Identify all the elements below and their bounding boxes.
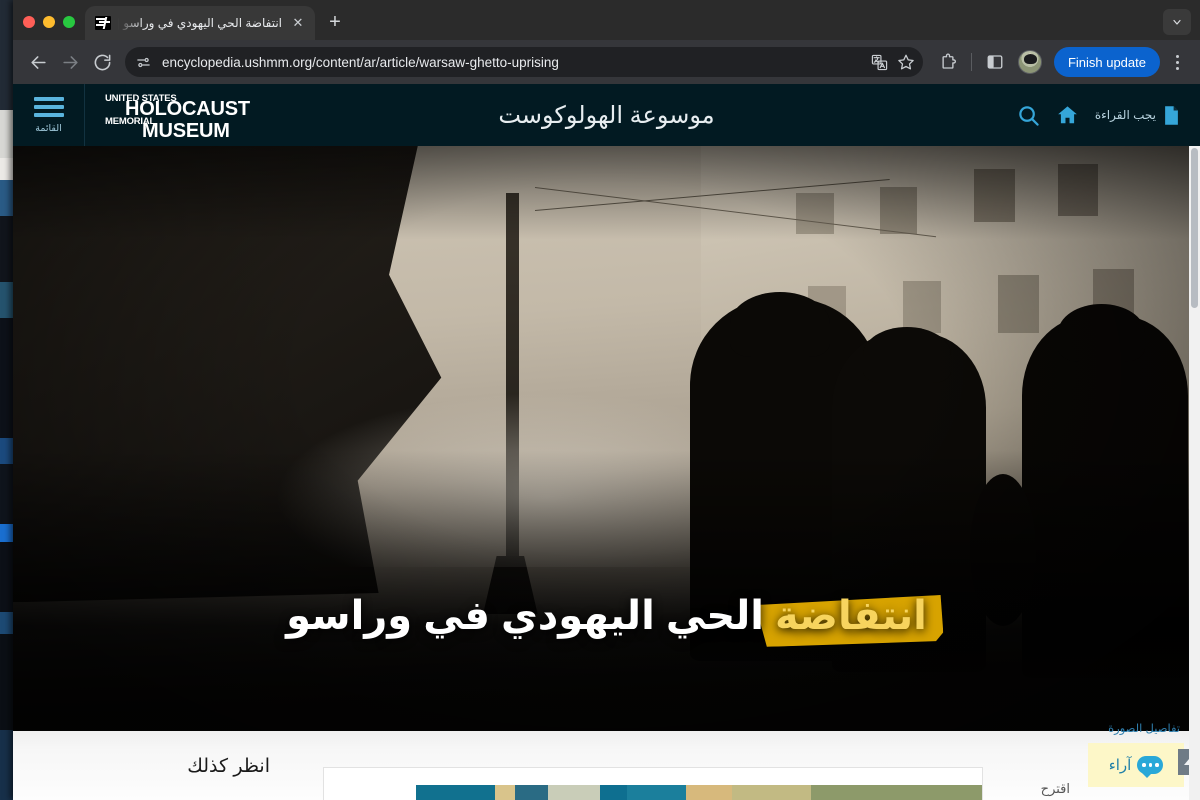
logo-line-4: MUSEUM [142, 120, 230, 142]
see-also-heading: انظر كذلك [187, 756, 270, 777]
page-viewport: القائمة UNITED STATES HOLOCAUST MEMORIAL… [13, 84, 1200, 800]
ushmm-logo-icon [95, 16, 111, 30]
tab-strip: انتفاضة الحي اليهودي في وراسو | مو ✕ + [13, 0, 1200, 40]
home-icon[interactable] [1056, 104, 1079, 126]
back-button[interactable] [23, 47, 53, 77]
hamburger-icon [33, 96, 64, 117]
ushmm-logo[interactable]: UNITED STATES HOLOCAUST MEMORIAL MUSEUM [85, 90, 275, 142]
thumbnail-band [547, 785, 601, 800]
feedback-button[interactable]: آراء [1088, 743, 1184, 787]
new-tab-button[interactable]: + [321, 9, 349, 37]
hero-banner: انتفاضة الحي اليهودي في وراسو [13, 146, 1200, 731]
maximize-window-button[interactable] [63, 16, 75, 28]
related-card[interactable] [323, 767, 983, 800]
document-icon [1163, 105, 1180, 126]
translate-icon[interactable] [867, 49, 893, 75]
site-menu-label: القائمة [35, 122, 62, 134]
must-read-link[interactable]: يجب القراءة [1095, 105, 1180, 126]
hero-title-wrap: انتفاضة الحي اليهودي في وراسو [13, 593, 1200, 639]
thumbnail-band [416, 785, 496, 800]
forward-button[interactable] [55, 47, 85, 77]
site-header-actions: يجب القراءة [1017, 104, 1200, 127]
speech-bubble-icon [1137, 756, 1164, 778]
must-read-label: يجب القراءة [1094, 108, 1156, 122]
tab-title: انتفاضة الحي اليهودي في وراسو | مو [118, 16, 282, 30]
related-card-thumbnail [324, 785, 982, 800]
kebab-menu-icon[interactable] [1164, 47, 1190, 77]
minimize-window-button[interactable] [43, 16, 55, 28]
site-menu-button[interactable]: القائمة [13, 84, 85, 146]
finish-update-button[interactable]: Finish update [1053, 47, 1160, 77]
close-window-button[interactable] [23, 16, 35, 28]
page-title-highlight: انتفاضة [775, 594, 927, 638]
thumbnail-band [810, 785, 982, 800]
browser-window: انتفاضة الحي اليهودي في وراسو | مو ✕ + e… [13, 0, 1200, 800]
reload-button[interactable] [87, 47, 117, 77]
star-icon[interactable] [893, 49, 919, 75]
page-scrollbar-thumb[interactable] [1191, 148, 1198, 308]
puzzle-piece-icon[interactable] [933, 47, 963, 77]
address-bar[interactable]: encyclopedia.ushmm.org/content/ar/articl… [125, 47, 923, 77]
browser-toolbar: encyclopedia.ushmm.org/content/ar/articl… [13, 40, 1200, 84]
browser-tab[interactable]: انتفاضة الحي اليهودي في وراسو | مو ✕ [85, 6, 315, 40]
tune-icon[interactable] [131, 50, 155, 74]
thumbnail-band [731, 785, 811, 800]
page-title-rest: الحي اليهودي في وراسو [286, 594, 776, 638]
photo-vignette [13, 146, 1200, 731]
thumbnail-band [495, 785, 515, 800]
close-tab-button[interactable]: ✕ [289, 14, 307, 32]
url-text[interactable]: encyclopedia.ushmm.org/content/ar/articl… [155, 55, 867, 70]
image-details-link[interactable]: تفاصيل الصورة [1108, 721, 1180, 735]
page-scrollbar[interactable] [1189, 146, 1200, 800]
thumbnail-band [626, 785, 686, 800]
side-panel-icon[interactable] [980, 47, 1010, 77]
search-icon[interactable] [1017, 104, 1040, 127]
chevron-down-icon[interactable] [1163, 9, 1191, 35]
thumbnail-band [685, 785, 732, 800]
thumbnail-band [324, 785, 417, 800]
partial-body-text: اقترح [1040, 781, 1070, 796]
site-header: القائمة UNITED STATES HOLOCAUST MEMORIAL… [13, 84, 1200, 146]
thumbnail-band [600, 785, 627, 800]
thumbnail-band [514, 785, 548, 800]
content-sheet: تفاصيل الصورة انظر كذلك اقترح آراء [13, 723, 1200, 800]
page-title: انتفاضة الحي اليهودي في وراسو [286, 593, 927, 639]
window-controls [13, 16, 85, 40]
feedback-label: آراء [1108, 757, 1132, 774]
hero-image [13, 146, 1200, 731]
avatar[interactable] [1017, 50, 1042, 74]
toolbar-divider [970, 53, 972, 71]
